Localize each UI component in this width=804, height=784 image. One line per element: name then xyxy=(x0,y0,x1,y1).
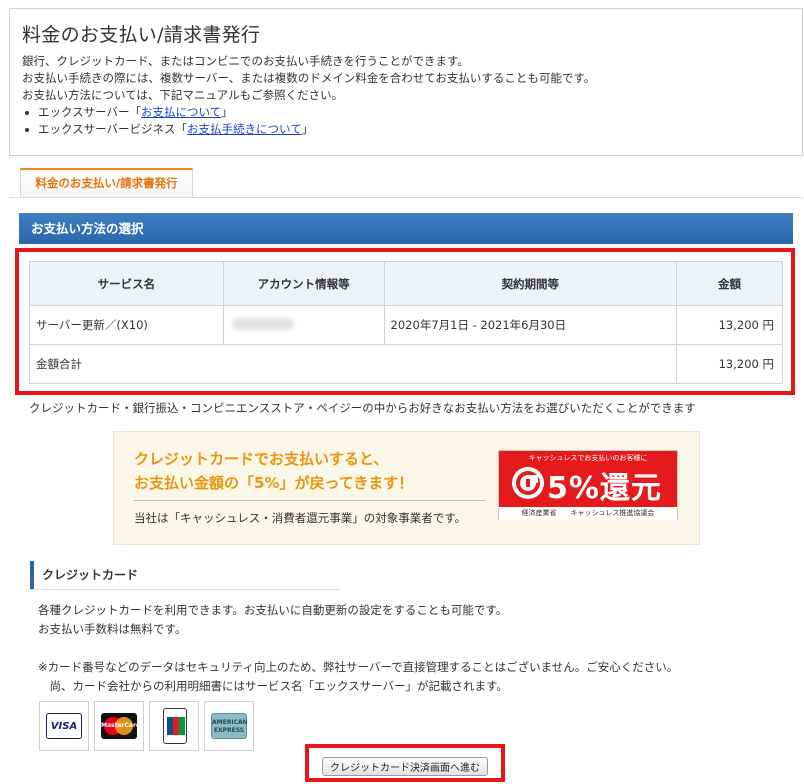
manual-link-item: エックスサーバー「お支払について」 xyxy=(22,104,595,121)
badge-footer: 経済産業省 キャッシュレス推進協議会 xyxy=(499,507,677,520)
cashless-badge: キャッシュレスでお支払いのお客様に 5%還元 経済産業省 キャッシュレス推進協議… xyxy=(498,450,678,520)
manual-link-item: エックスサーバービジネス「お支払手続きについて」 xyxy=(22,121,595,138)
intro-box: 料金のお支払い/請求書発行 銀行、クレジットカード、またはコンビニでのお支払い手… xyxy=(9,8,803,156)
button-highlight-box xyxy=(305,744,505,782)
credit-card-description: 各種クレジットカードを利用できます。お支払いに自動更新の設定をすることも可能です… xyxy=(38,601,678,696)
intro-line: お支払い方法については、下記マニュアルもご参照ください。 xyxy=(22,88,344,102)
amex-card-icon: AMERICAN EXPRESS xyxy=(204,701,254,751)
payment-manual-link[interactable]: お支払について xyxy=(141,105,221,119)
description-line: 各種クレジットカードを利用できます。お支払いに自動更新の設定をすることも可能です… xyxy=(38,603,508,617)
amex-logo: AMERICAN EXPRESS xyxy=(211,713,248,739)
link-prefix: エックスサーバービジネス「 xyxy=(38,122,188,136)
payment-method-note: クレジットカード・銀行振込・コンビニエンスストア・ペイジーの中からお好きなお支払… xyxy=(29,401,696,415)
page-title: 料金のお支払い/請求書発行 xyxy=(22,24,261,46)
visa-logo: VISA xyxy=(46,713,82,739)
description-line: お支払い手数料は無料です。 xyxy=(38,622,187,636)
payment-method-header: お支払い方法の選択 xyxy=(19,213,793,244)
jcb-card-icon xyxy=(149,701,199,751)
tab-payment-invoice[interactable]: 料金のお支払い/請求書発行 xyxy=(20,168,193,198)
cashless-logo-icon xyxy=(512,467,544,499)
intro-line: 銀行、クレジットカード、またはコンビニでのお支払い手続きを行うことができます。 xyxy=(22,54,469,68)
banner-divider xyxy=(134,500,486,501)
cashless-banner: クレジットカードでお支払いすると、 お支払い金額の「5%」が戻ってきます！ 当社… xyxy=(113,431,700,545)
intro-text: 銀行、クレジットカード、またはコンビニでのお支払い手続きを行うことができます。 … xyxy=(22,53,595,138)
tab-divider xyxy=(9,197,803,198)
mastercard-icon: MasterCard xyxy=(94,701,144,751)
credit-card-heading: クレジットカード xyxy=(30,561,330,589)
intro-line: お支払い手続きの際には、複数サーバー、または複数のドメイン料金を合わせてお支払い… xyxy=(22,71,596,85)
table-highlight-box xyxy=(15,248,795,395)
link-suffix: 」 xyxy=(301,122,314,136)
badge-headline: 5%還元 xyxy=(547,471,662,506)
jcb-green-stripe xyxy=(179,717,185,735)
banner-headline-2: お支払い金額の「5%」が戻ってきます！ xyxy=(134,474,414,492)
visa-card-icon: VISA xyxy=(39,701,89,751)
description-line xyxy=(38,639,678,658)
description-line: 尚、カード会社からの利用明細書にはサービス名「エックスサーバー」が記載されます。 xyxy=(38,679,508,693)
credit-card-heading-rule xyxy=(30,589,340,590)
business-payment-manual-link[interactable]: お支払手続きについて xyxy=(187,122,302,136)
banner-note: 当社は「キャッシュレス・消費者還元事業」の対象事業者です。 xyxy=(134,511,467,525)
mastercard-logo-text: MasterCard xyxy=(101,722,141,729)
link-prefix: エックスサーバー「 xyxy=(38,105,142,119)
description-line: ※カード番号などのデータはセキュリティ向上のため、弊社サーバーで直接管理すること… xyxy=(38,660,679,674)
badge-top-text: キャッシュレスでお支払いのお客様に xyxy=(528,454,648,462)
link-suffix: 」 xyxy=(221,105,233,119)
banner-headline-1: クレジットカードでお支払いすると、 xyxy=(134,450,389,468)
